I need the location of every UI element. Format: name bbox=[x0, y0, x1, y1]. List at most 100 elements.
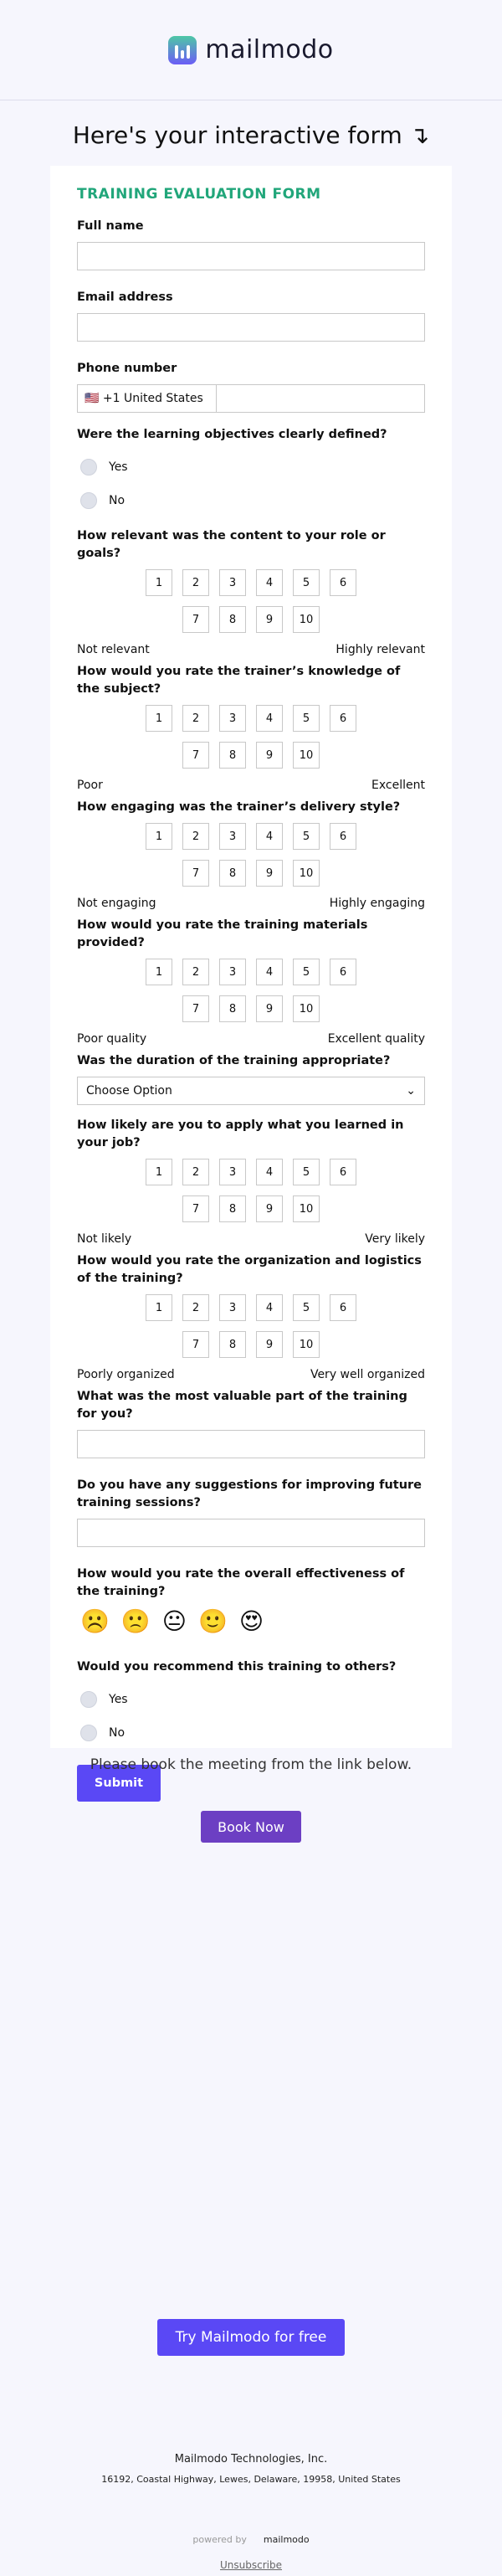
rating-option[interactable]: 6 bbox=[330, 823, 356, 850]
rating-scale: 1 2 3 4 5 6 7 8 9 10 bbox=[142, 569, 360, 633]
rating-option[interactable]: 9 bbox=[256, 1195, 283, 1222]
rating-option[interactable]: 7 bbox=[182, 742, 209, 769]
rating-option[interactable]: 4 bbox=[256, 1159, 283, 1185]
rating-option[interactable]: 8 bbox=[219, 995, 246, 1022]
rating-option[interactable]: 4 bbox=[256, 705, 283, 732]
rating-option[interactable]: 1 bbox=[146, 705, 172, 732]
rating-option[interactable]: 6 bbox=[330, 705, 356, 732]
scale-ends: Poorly organized Very well organized bbox=[77, 1368, 425, 1381]
rating-option[interactable]: 10 bbox=[293, 995, 320, 1022]
question-knowledge: How would you rate the trainer’s knowled… bbox=[77, 665, 401, 696]
rating-option[interactable]: 7 bbox=[182, 606, 209, 633]
rating-option[interactable]: 1 bbox=[146, 959, 172, 985]
rating-option[interactable]: 10 bbox=[293, 606, 320, 633]
rating-option[interactable]: 2 bbox=[182, 959, 209, 985]
rating-option[interactable]: 8 bbox=[219, 860, 246, 887]
rating-option[interactable]: 3 bbox=[219, 1159, 246, 1185]
rating-option[interactable]: 4 bbox=[256, 569, 283, 596]
rating-option[interactable]: 5 bbox=[293, 569, 320, 596]
phone-input[interactable] bbox=[217, 385, 424, 412]
email-input[interactable] bbox=[77, 313, 425, 342]
radio-button[interactable] bbox=[80, 492, 97, 509]
option-yes[interactable]: Yes bbox=[77, 1683, 425, 1716]
rating-option[interactable]: 9 bbox=[256, 606, 283, 633]
full-name-input[interactable] bbox=[77, 242, 425, 270]
rating-option[interactable]: 2 bbox=[182, 823, 209, 850]
rating-option[interactable]: 6 bbox=[330, 959, 356, 985]
duration-select[interactable]: Choose Option ⌄ bbox=[77, 1077, 425, 1105]
rating-option[interactable]: 8 bbox=[219, 1195, 246, 1222]
footer-address: 16192, Coastal Highway, Lewes, Delaware,… bbox=[101, 2474, 401, 2485]
emoji-rating: ☹️ 🙁 😐 🙂 😍 bbox=[77, 1607, 425, 1635]
valuable-input[interactable] bbox=[77, 1430, 425, 1458]
rating-scale: 1 2 3 4 5 6 7 8 9 10 bbox=[142, 1294, 360, 1358]
rating-option[interactable]: 1 bbox=[146, 569, 172, 596]
question-effectiveness: How would you rate the overall effective… bbox=[77, 1567, 405, 1598]
option-no[interactable]: No bbox=[77, 1716, 425, 1750]
brand-name: mailmodo bbox=[205, 35, 334, 64]
emoji-option[interactable]: 😐 bbox=[162, 1607, 187, 1635]
radio-button[interactable] bbox=[80, 459, 97, 476]
rating-option[interactable]: 10 bbox=[293, 860, 320, 887]
rating-option[interactable]: 3 bbox=[219, 705, 246, 732]
rating-option[interactable]: 4 bbox=[256, 823, 283, 850]
rating-option[interactable]: 7 bbox=[182, 995, 209, 1022]
emoji-option[interactable]: 🙁 bbox=[121, 1607, 151, 1635]
form-title: TRAINING EVALUATION FORM bbox=[77, 186, 321, 203]
rating-option[interactable]: 5 bbox=[293, 705, 320, 732]
rating-option[interactable]: 3 bbox=[219, 569, 246, 596]
rating-option[interactable]: 9 bbox=[256, 1331, 283, 1358]
radio-button[interactable] bbox=[80, 1725, 97, 1741]
unsubscribe-link[interactable]: Unsubscribe bbox=[0, 2559, 502, 2571]
rating-option[interactable]: 5 bbox=[293, 1294, 320, 1321]
rating-option[interactable]: 2 bbox=[182, 1159, 209, 1185]
mailmodo-logo: mailmodo bbox=[168, 35, 333, 64]
footer-company: Mailmodo Technologies, Inc. bbox=[174, 2453, 328, 2465]
rating-option[interactable]: 7 bbox=[182, 1331, 209, 1358]
emoji-option[interactable]: ☹️ bbox=[80, 1607, 110, 1635]
book-now-button[interactable]: Book Now bbox=[201, 1811, 301, 1843]
rating-option[interactable]: 7 bbox=[182, 1195, 209, 1222]
rating-option[interactable]: 9 bbox=[256, 860, 283, 887]
rating-option[interactable]: 6 bbox=[330, 1294, 356, 1321]
rating-option[interactable]: 1 bbox=[146, 1294, 172, 1321]
rating-option[interactable]: 7 bbox=[182, 860, 209, 887]
rating-option[interactable]: 2 bbox=[182, 705, 209, 732]
radio-button[interactable] bbox=[80, 1691, 97, 1708]
full-name-label: Full name bbox=[77, 219, 144, 233]
try-mailmodo-button[interactable]: Try Mailmodo for free bbox=[157, 2319, 345, 2356]
option-yes[interactable]: Yes bbox=[77, 450, 425, 484]
country-code-select[interactable]: 🇺🇸 +1 United States bbox=[78, 385, 217, 412]
rating-option[interactable]: 5 bbox=[293, 1159, 320, 1185]
rating-option[interactable]: 8 bbox=[219, 742, 246, 769]
rating-option[interactable]: 4 bbox=[256, 1294, 283, 1321]
rating-option[interactable]: 10 bbox=[293, 1331, 320, 1358]
rating-option[interactable]: 2 bbox=[182, 1294, 209, 1321]
rating-option[interactable]: 2 bbox=[182, 569, 209, 596]
rating-option[interactable]: 3 bbox=[219, 823, 246, 850]
rating-option[interactable]: 10 bbox=[293, 1195, 320, 1222]
option-no[interactable]: No bbox=[77, 484, 425, 517]
suggestions-input[interactable] bbox=[77, 1519, 425, 1547]
question-recommend: Would you recommend this training to oth… bbox=[77, 1660, 397, 1674]
rating-option[interactable]: 5 bbox=[293, 959, 320, 985]
rating-option[interactable]: 1 bbox=[146, 1159, 172, 1185]
rating-option[interactable]: 10 bbox=[293, 742, 320, 769]
rating-scale: 1 2 3 4 5 6 7 8 9 10 bbox=[142, 823, 360, 887]
rating-option[interactable]: 1 bbox=[146, 823, 172, 850]
rating-option[interactable]: 3 bbox=[219, 1294, 246, 1321]
rating-option[interactable]: 4 bbox=[256, 959, 283, 985]
rating-option[interactable]: 8 bbox=[219, 606, 246, 633]
rating-option[interactable]: 3 bbox=[219, 959, 246, 985]
rating-option[interactable]: 6 bbox=[330, 569, 356, 596]
rating-option[interactable]: 8 bbox=[219, 1331, 246, 1358]
rating-option[interactable]: 9 bbox=[256, 742, 283, 769]
scale-ends: Not likely Very likely bbox=[77, 1232, 425, 1246]
rating-option[interactable]: 6 bbox=[330, 1159, 356, 1185]
form-card: TRAINING EVALUATION FORM Full name Email… bbox=[50, 166, 452, 1802]
emoji-option[interactable]: 😍 bbox=[239, 1607, 264, 1635]
rating-option[interactable]: 5 bbox=[293, 823, 320, 850]
question-suggestions: Do you have any suggestions for improvin… bbox=[77, 1478, 423, 1509]
emoji-option[interactable]: 🙂 bbox=[198, 1607, 228, 1635]
rating-option[interactable]: 9 bbox=[256, 995, 283, 1022]
